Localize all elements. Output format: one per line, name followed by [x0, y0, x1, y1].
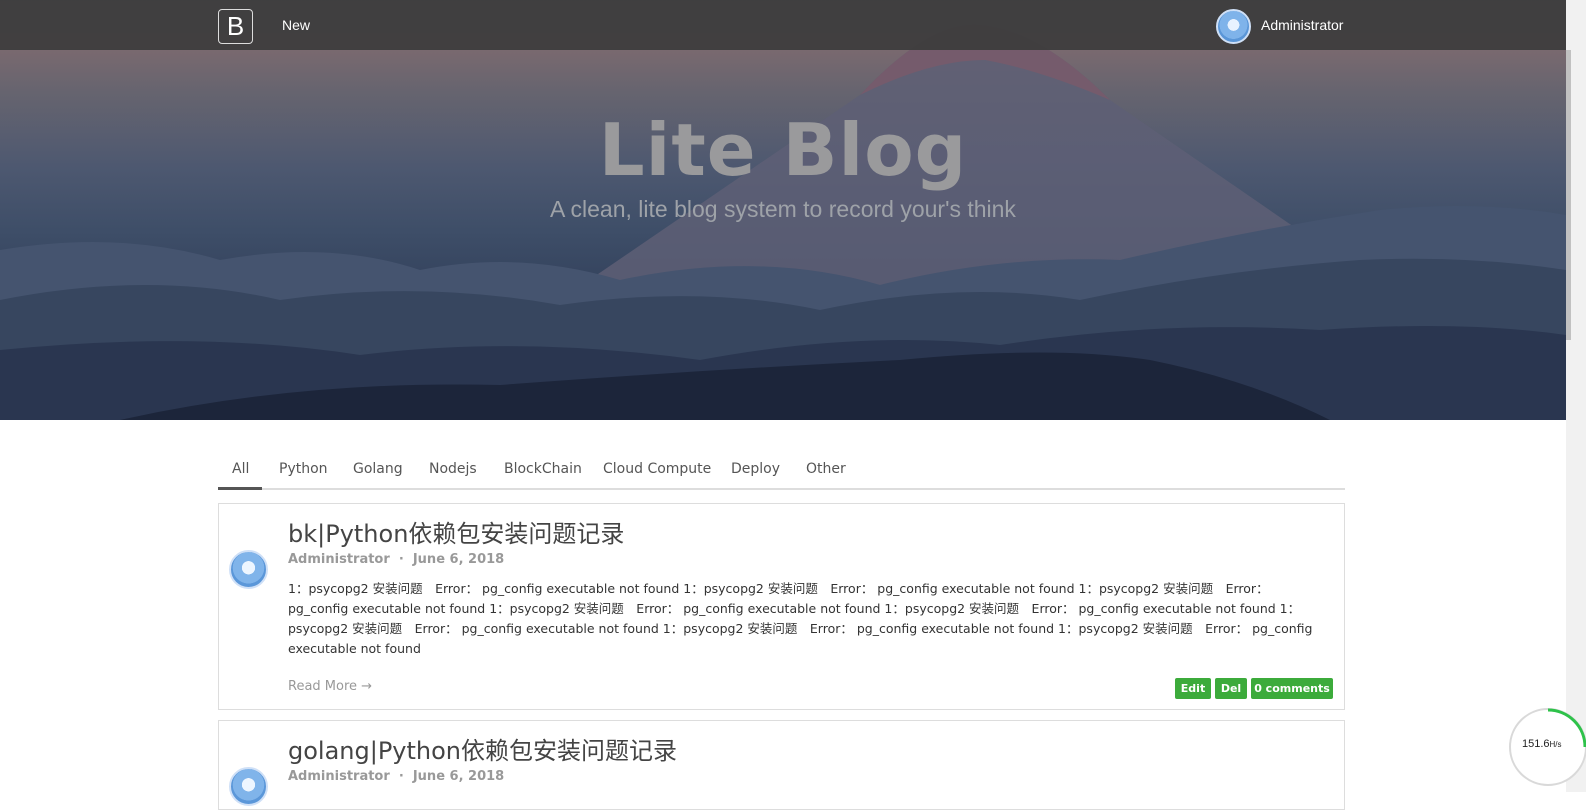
speed-value: 151.6: [1522, 738, 1550, 750]
speed-readout: 151.6H/s: [1522, 738, 1562, 750]
post-author[interactable]: Administrator: [288, 769, 390, 784]
tab-python[interactable]: Python: [279, 461, 328, 477]
post-card: bk|Python依赖包安装问题记录 Administrator · June …: [218, 503, 1345, 710]
tab-nodejs[interactable]: Nodejs: [429, 461, 477, 477]
read-more-link[interactable]: Read More →: [288, 679, 372, 694]
post-meta: Administrator · June 6, 2018: [288, 769, 504, 784]
tab-deploy[interactable]: Deploy: [731, 461, 780, 477]
hero-title: Lite Blog: [598, 108, 968, 192]
tab-all[interactable]: All: [232, 461, 249, 477]
avatar-icon[interactable]: [1216, 9, 1251, 44]
speed-unit: H/s: [1549, 740, 1562, 749]
active-tab-indicator: [218, 487, 262, 490]
hero-banner: Lite Blog A clean, lite blog system to r…: [0, 0, 1566, 420]
top-navbar: B New Administrator: [0, 0, 1566, 50]
post-title[interactable]: golang|Python依赖包安装问题记录: [288, 731, 677, 766]
delete-button[interactable]: Del: [1215, 678, 1247, 699]
category-tabs: All Python Golang Nodejs BlockChain Clou…: [218, 452, 1345, 490]
post-title[interactable]: bk|Python依赖包安装问题记录: [288, 514, 624, 549]
author-avatar-icon: [229, 767, 268, 806]
post-excerpt: 1：psycopg2 安装问题 Error： pg_config executa…: [288, 581, 1313, 656]
meta-separator: ·: [394, 769, 409, 784]
scrollbar-thumb[interactable]: [1566, 50, 1571, 340]
post-card: golang|Python依赖包安装问题记录 Administrator · J…: [218, 720, 1345, 810]
meta-separator: ·: [394, 552, 409, 567]
post-date: June 6, 2018: [412, 552, 505, 567]
tab-other[interactable]: Other: [806, 461, 846, 477]
post-meta: Administrator · June 6, 2018: [288, 552, 504, 567]
tab-blockchain[interactable]: BlockChain: [504, 461, 582, 477]
nav-new-link[interactable]: New: [282, 17, 310, 33]
post-date: June 6, 2018: [412, 769, 505, 784]
user-name-link[interactable]: Administrator: [1261, 17, 1343, 33]
tab-golang[interactable]: Golang: [353, 461, 403, 477]
author-avatar-icon: [229, 550, 268, 589]
edit-button[interactable]: Edit: [1175, 678, 1211, 699]
comments-button[interactable]: 0 comments: [1251, 678, 1333, 699]
tab-cloud-compute[interactable]: Cloud Compute: [603, 461, 711, 477]
hero-subtitle: A clean, lite blog system to record your…: [550, 196, 1016, 222]
brand-logo[interactable]: B: [218, 9, 253, 44]
post-author[interactable]: Administrator: [288, 552, 390, 567]
